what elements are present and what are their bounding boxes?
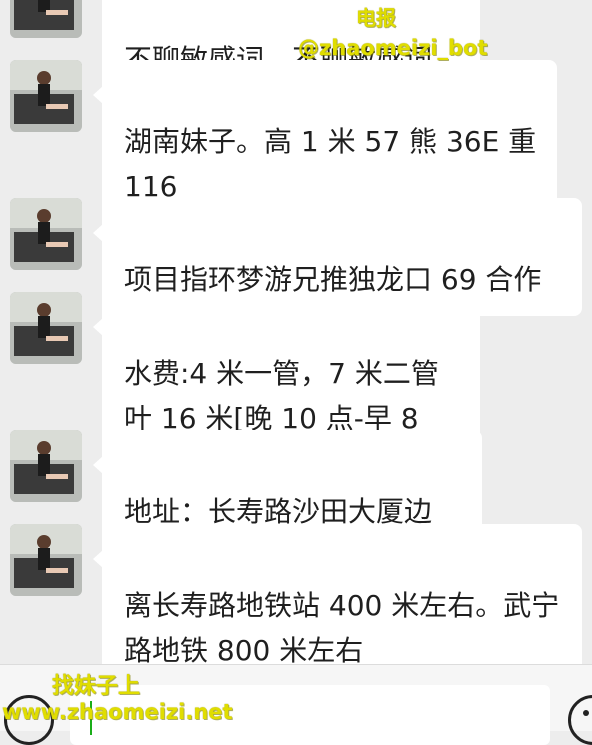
avatar-photo-icon	[10, 292, 82, 364]
message-bubble[interactable]: 离长寿路地铁站 400 米左右。武宁 路地铁 800 米左右	[93, 524, 582, 664]
contact-avatar[interactable]	[10, 0, 82, 38]
contact-avatar[interactable]	[10, 292, 82, 364]
avatar-photo-icon	[10, 0, 82, 38]
watermark-top-line2: @zhaomeizi_bot	[298, 36, 488, 60]
chat-message-list[interactable]: 不聊敏感词，不聊敏感词 湖南妹子。高 1 米 57 熊 36E 重 116	[0, 0, 592, 664]
avatar-photo-icon	[10, 198, 82, 270]
avatar-photo-icon	[10, 60, 82, 132]
watermark-top-line1: 电报	[356, 6, 396, 30]
emoji-eye	[583, 710, 589, 716]
message-text: 离长寿路地铁站 400 米左右。武宁 路地铁 800 米左右	[124, 589, 560, 664]
contact-avatar[interactable]	[10, 60, 82, 132]
contact-avatar[interactable]	[10, 430, 82, 502]
avatar-photo-icon	[10, 524, 82, 596]
message-text: 湖南妹子。高 1 米 57 熊 36E 重 116	[124, 125, 537, 203]
contact-avatar[interactable]	[10, 198, 82, 270]
watermark-bottom-line1: 找妹子上	[52, 674, 141, 699]
contact-avatar[interactable]	[10, 524, 82, 596]
emoji-icon[interactable]	[568, 695, 592, 745]
avatar-photo-icon	[10, 430, 82, 502]
watermark-bottom-line2: www.zhaomeizi.net	[2, 700, 233, 724]
